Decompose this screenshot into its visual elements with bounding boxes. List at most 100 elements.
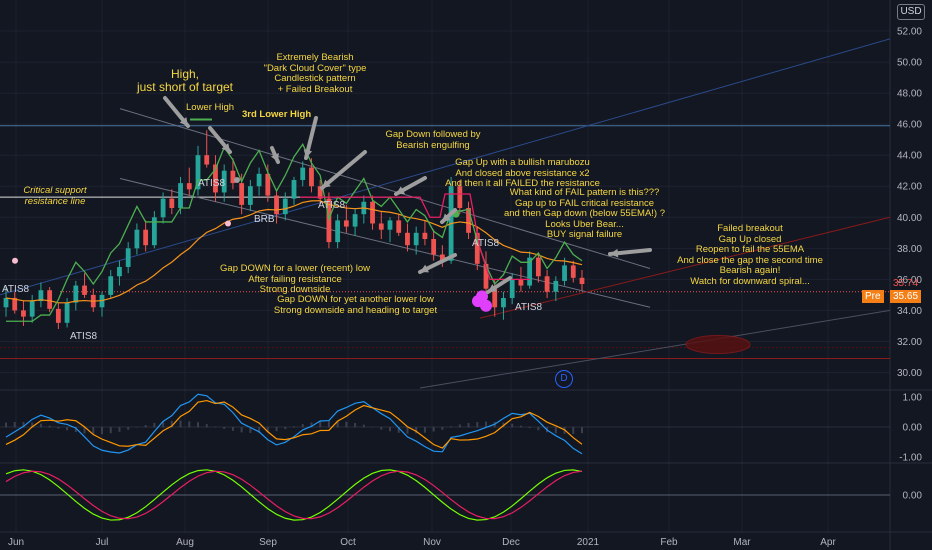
osc-histogram — [118, 427, 121, 432]
y-tick-label: 48.00 — [897, 89, 922, 100]
y-tick-label: 42.00 — [897, 182, 922, 193]
y-tick-label: 40.00 — [897, 213, 922, 224]
y-tick-label: 32.00 — [897, 337, 922, 348]
osc-histogram — [581, 427, 583, 434]
candle-body — [413, 232, 419, 246]
candle-body — [579, 277, 585, 285]
osc-histogram — [371, 427, 374, 428]
osc-histogram — [476, 422, 479, 428]
candle-body — [204, 155, 210, 165]
osc-histogram — [214, 426, 217, 428]
annotation-lower-high: Lower High — [186, 102, 235, 113]
osc-histogram — [57, 427, 60, 429]
target-zone — [685, 335, 751, 355]
osc-histogram — [179, 420, 182, 428]
osc2-tick-label: 0.00 — [903, 491, 923, 502]
candle-body — [562, 265, 567, 281]
osc-histogram — [467, 422, 470, 428]
x-tick-label: Jul — [96, 537, 109, 548]
candle-body — [21, 310, 26, 317]
annotation-gap-up-marubozu: Gap Up with a bullish marubozu And close… — [445, 157, 600, 189]
annotation-critical-support: Critical support resistance line — [23, 185, 87, 207]
osc-histogram — [537, 427, 540, 431]
osc-histogram — [362, 424, 365, 428]
last-price-label: 35.74 — [893, 278, 919, 289]
osc-histogram — [319, 421, 322, 428]
osc-histogram — [406, 427, 409, 434]
candle-body — [422, 232, 428, 240]
osc-histogram — [423, 427, 426, 433]
candle-body — [178, 183, 183, 208]
x-tick-label: Dec — [502, 537, 520, 548]
osc-tick-label: -1.00 — [899, 453, 922, 464]
annotation-gap-down-recent-low: Gap DOWN for a lower (recent) low After … — [220, 263, 370, 295]
candle-body — [73, 285, 79, 303]
osc-histogram — [66, 427, 69, 431]
candle-body — [352, 214, 358, 227]
candle-body — [335, 220, 341, 243]
osc-histogram — [554, 427, 557, 434]
pre-market-price: 35.65 — [890, 290, 922, 303]
osc-histogram — [13, 421, 16, 428]
annotation-third-lower-high: 3rd Lower High — [242, 109, 312, 120]
x-tick-label: Aug — [176, 537, 194, 548]
candle-body — [256, 173, 262, 187]
candle-body — [518, 279, 524, 286]
osc-histogram — [345, 421, 348, 428]
x-tick-label: Apr — [820, 537, 836, 548]
osc-histogram — [127, 427, 130, 430]
candle-body — [378, 223, 384, 230]
osc-histogram — [48, 425, 51, 428]
x-tick-label: Mar — [733, 537, 751, 548]
osc-histogram — [511, 423, 514, 428]
y-tick-label: 44.00 — [897, 151, 922, 162]
candle-body — [274, 195, 279, 215]
candle-body — [117, 266, 122, 277]
candle-body — [431, 239, 437, 255]
annotation-fail-pattern: What kind of FAIL pattern is this??? Gap… — [503, 187, 666, 240]
candle-body — [387, 220, 393, 230]
osc-histogram — [135, 426, 138, 428]
y-tick-label: 52.00 — [897, 27, 922, 38]
candle-body — [82, 285, 87, 295]
candle-body — [291, 180, 297, 199]
callout-arrow-head — [610, 248, 619, 258]
dividend-badge[interactable]: D — [555, 370, 573, 388]
candle-body — [239, 183, 245, 205]
osc-histogram — [284, 427, 287, 430]
y-tick-label: 34.00 — [897, 306, 922, 317]
candle-body — [160, 198, 166, 218]
signal-dot — [12, 257, 18, 264]
currency-button[interactable]: USD — [897, 4, 925, 20]
osc-histogram — [153, 422, 156, 428]
signal-dot — [234, 177, 240, 184]
atis-label: ATIS8 — [198, 178, 226, 189]
osc-histogram — [223, 427, 226, 429]
candle-body — [55, 308, 61, 323]
annotation-high-target: High, just short of target — [136, 67, 234, 94]
annotation-gap-down-engulfing: Gap Down followed by Bearish engulfing — [385, 129, 481, 151]
osc-histogram — [5, 422, 7, 428]
candle-body — [64, 302, 70, 323]
annotation-dark-cloud: Extremely Bearish "Dark Cloud Cover" typ… — [263, 52, 367, 95]
candle-body — [370, 201, 375, 224]
osc-histogram — [389, 427, 391, 432]
osc-histogram — [231, 427, 234, 431]
atis-label: ATIS8 — [515, 302, 543, 313]
candle-body — [108, 276, 114, 295]
y-tick-label: 50.00 — [897, 58, 922, 69]
candle-body — [396, 220, 402, 233]
candle-body — [509, 279, 515, 298]
brb-label: BRB — [254, 214, 275, 225]
callout-arrow — [320, 150, 367, 190]
pre-market-label: Pre — [862, 290, 884, 303]
x-tick-label: Nov — [423, 537, 441, 548]
candle-body — [501, 297, 506, 308]
candle-body — [309, 167, 314, 187]
candle-body — [247, 186, 253, 205]
osc-histogram — [109, 427, 112, 434]
osc-histogram — [354, 422, 357, 428]
y-tick-label: 38.00 — [897, 244, 922, 255]
y-tick-label: 30.00 — [897, 368, 922, 379]
osc-histogram — [380, 427, 383, 430]
